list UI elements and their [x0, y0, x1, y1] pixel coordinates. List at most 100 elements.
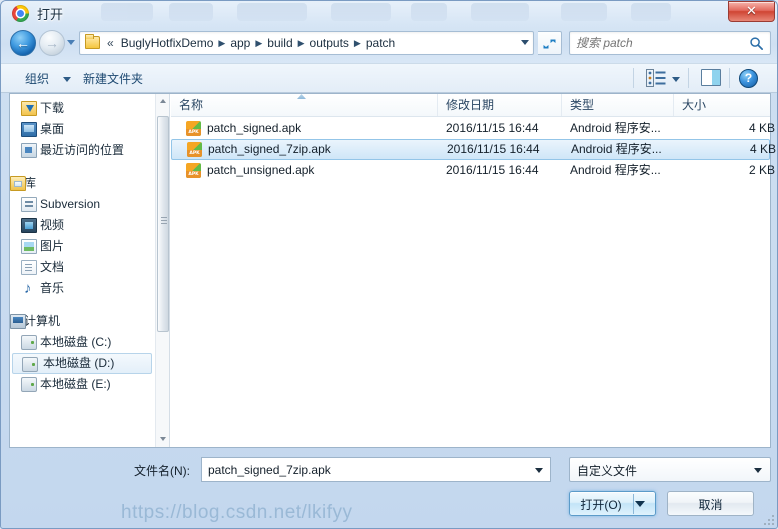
file-name: patch_signed_7zip.apk [208, 142, 331, 156]
filetype-select[interactable]: 自定义文件 [569, 457, 771, 482]
search-icon [750, 37, 763, 50]
breadcrumb-separator-icon[interactable]: ▶ [296, 38, 307, 49]
file-list: patch_signed.apk 2016/11/15 16:44 Android … [171, 118, 776, 447]
table-row[interactable]: patch_signed_7zip.apk 2016/11/15 16:44 And… [171, 139, 776, 160]
sidebar-item-label: 最近访问的位置 [40, 143, 125, 157]
sidebar-item-label: 音乐 [40, 281, 65, 295]
breadcrumb-item-2[interactable]: build [264, 36, 295, 50]
open-chevron-down-icon[interactable] [635, 501, 645, 507]
sidebar-item-6[interactable]: 视频 [10, 215, 156, 236]
breadcrumb-item-1[interactable]: app [227, 36, 253, 50]
breadcrumb-item-4[interactable]: patch [363, 36, 398, 50]
toolbar-divider [633, 68, 634, 88]
breadcrumb-overflow[interactable]: « [105, 36, 118, 50]
music-icon [21, 278, 37, 299]
organize-button[interactable]: 组织 [25, 70, 49, 87]
table-row[interactable]: patch_signed.apk 2016/11/15 16:44 Android … [171, 118, 775, 139]
navigation-pane: 下载桌面最近访问的位置库 Subversion 视频图片文档音乐计算机本地磁盘 (C… [10, 94, 170, 447]
column-header-date[interactable]: 修改日期 [437, 94, 561, 116]
open-button[interactable]: 打开(O) [569, 491, 656, 516]
window-title: 打开 [37, 7, 64, 22]
sidebar-item-label: 本地磁盘 (E:) [40, 377, 111, 391]
column-header-name-label: 名称 [179, 98, 204, 112]
sidebar-item-11[interactable]: 计算机 [10, 311, 156, 332]
file-date: 2016/11/15 16:44 [446, 121, 539, 135]
sidebar-item-label: 下载 [40, 101, 65, 115]
search-input[interactable] [576, 34, 741, 52]
scrollbar-thumb[interactable] [157, 116, 169, 332]
breadcrumb-separator-icon[interactable]: ▶ [216, 38, 227, 49]
view-chevron-down-icon[interactable] [672, 77, 680, 82]
back-button[interactable]: ← [10, 30, 36, 56]
navigation-bar: ← → « BuglyHotfixDemo ▶ app ▶ build ▶ ou… [1, 28, 777, 61]
sidebar-item-1[interactable]: 桌面 [10, 119, 156, 140]
filename-label: 文件名(N): [134, 464, 190, 478]
scroll-down-icon[interactable] [156, 432, 169, 447]
breadcrumb-item-0[interactable]: BuglyHotfixDemo [118, 36, 217, 50]
sidebar-item-label: 本地磁盘 (C:) [40, 335, 112, 349]
toolbar-divider [729, 68, 730, 88]
address-dropdown-icon[interactable] [521, 40, 529, 45]
sidebar-item-12[interactable]: 本地磁盘 (C:) [10, 332, 156, 353]
breadcrumb-item-3[interactable]: outputs [307, 36, 352, 50]
help-icon[interactable]: ? [739, 69, 758, 88]
resize-grip-icon[interactable] [762, 513, 774, 525]
library-icon [10, 176, 26, 191]
address-bar[interactable]: « BuglyHotfixDemo ▶ app ▶ build ▶ output… [79, 31, 534, 55]
history-dropdown-icon[interactable] [67, 40, 75, 45]
filename-input[interactable] [208, 461, 528, 479]
refresh-icon [543, 39, 556, 49]
open-file-dialog-window: 打开 ✕ ← → « BuglyHotfixDemo ▶ app ▶ build… [0, 0, 778, 529]
breadcrumb: « BuglyHotfixDemo ▶ app ▶ build ▶ output… [105, 32, 511, 54]
sidebar-item-8[interactable]: 文档 [10, 257, 156, 278]
sidebar-item-label: 桌面 [40, 122, 65, 136]
back-arrow-icon: ← [16, 35, 30, 51]
drive-icon [21, 377, 37, 392]
sidebar-item-label: 文档 [40, 260, 65, 274]
filetype-value: 自定义文件 [577, 464, 638, 478]
preview-pane-icon[interactable] [701, 69, 721, 86]
forward-button[interactable]: → [39, 30, 65, 56]
apk-file-icon [186, 163, 201, 178]
sidebar-item-13[interactable]: 本地磁盘 (D:) [12, 353, 152, 374]
column-header-name[interactable]: 名称 [171, 94, 437, 116]
new-folder-button[interactable]: 新建文件夹 [83, 70, 143, 87]
breadcrumb-separator-icon[interactable]: ▶ [253, 38, 264, 49]
scrollbar-grip-icon [161, 217, 167, 218]
cancel-button[interactable]: 取消 [667, 491, 754, 516]
column-header-type[interactable]: 类型 [561, 94, 673, 116]
computer-icon [10, 314, 26, 329]
filename-field[interactable] [201, 457, 551, 482]
forward-arrow-icon: → [45, 35, 59, 51]
download-icon [21, 101, 37, 116]
navigation-pane-scrollbar[interactable] [155, 94, 169, 447]
sidebar-item-7[interactable]: 图片 [10, 236, 156, 257]
help-label: ? [744, 71, 753, 85]
folder-icon [85, 34, 100, 49]
sidebar-item-2[interactable]: 最近访问的位置 [10, 140, 156, 161]
scroll-up-icon[interactable] [156, 94, 169, 109]
video-icon [21, 218, 37, 233]
filename-chevron-down-icon[interactable] [535, 468, 543, 473]
chrome-logo-icon [12, 5, 29, 22]
table-row[interactable]: patch_unsigned.apk 2016/11/15 16:44 Androi… [171, 160, 775, 181]
organize-chevron-down-icon[interactable] [63, 77, 71, 82]
cancel-button-label: 取消 [698, 498, 723, 512]
sidebar-item-14[interactable]: 本地磁盘 (E:) [10, 374, 156, 395]
drive-icon [22, 357, 38, 372]
sidebar-item-9[interactable]: 音乐 [10, 278, 156, 299]
list-view-icon[interactable] [646, 69, 666, 87]
sidebar-item-0[interactable]: 下载 [10, 98, 156, 119]
folder-tree: 下载桌面最近访问的位置库 Subversion 视频图片文档音乐计算机本地磁盘 (C… [10, 98, 156, 395]
file-date: 2016/11/15 16:44 [446, 163, 539, 177]
search-box[interactable] [569, 31, 771, 55]
breadcrumb-separator-icon[interactable]: ▶ [352, 38, 363, 49]
toolbar-divider [688, 68, 689, 88]
sidebar-item-4[interactable]: 库 [10, 173, 156, 194]
sidebar-item-5[interactable]: Subversion [10, 194, 156, 215]
close-button[interactable]: ✕ [728, 1, 775, 22]
column-header-size[interactable]: 大小 [673, 94, 776, 116]
refresh-button[interactable] [538, 31, 562, 55]
apk-file-icon [187, 142, 202, 157]
